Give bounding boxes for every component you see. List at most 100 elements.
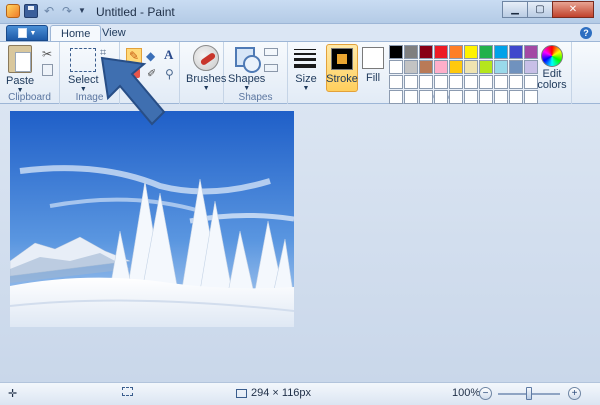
brushes-button[interactable]: Brushes ▼ — [186, 45, 226, 92]
text-tool-icon[interactable]: A — [164, 47, 178, 62]
magnifier-icon[interactable]: ⚲ — [165, 67, 179, 81]
color-swatch[interactable] — [509, 45, 523, 59]
color-swatch[interactable] — [524, 75, 538, 89]
color-swatch[interactable] — [389, 75, 403, 89]
ribbon-tab-row: ▼ Home View ? — [0, 24, 600, 41]
color-swatch[interactable] — [494, 90, 508, 104]
size-button[interactable]: Size ▼ — [294, 45, 318, 92]
color-swatch[interactable] — [404, 90, 418, 104]
size-group: Size ▼ — [288, 42, 324, 104]
color-swatch[interactable] — [479, 60, 493, 74]
color-swatch[interactable] — [494, 45, 508, 59]
help-icon[interactable]: ? — [580, 27, 592, 39]
color-swatch[interactable] — [479, 75, 493, 89]
color-swatch[interactable] — [389, 90, 403, 104]
color-swatch[interactable] — [449, 75, 463, 89]
color-palette — [389, 45, 538, 104]
color-swatch[interactable] — [419, 60, 433, 74]
redo-icon[interactable]: ↷ — [60, 4, 74, 18]
color-picker-icon[interactable]: ✐ — [147, 67, 161, 81]
paint-menu-button[interactable]: ▼ — [6, 25, 48, 41]
color-swatch[interactable] — [419, 45, 433, 59]
size-label: Size — [295, 73, 317, 85]
clipboard-group: Paste ▼ ✂ Clipboard — [0, 42, 60, 104]
customize-toolbar-dropdown-icon[interactable]: ▼ — [78, 4, 87, 18]
color-swatch[interactable] — [479, 90, 493, 104]
color-swatch[interactable] — [494, 75, 508, 89]
color-swatch[interactable] — [524, 90, 538, 104]
color-swatch[interactable] — [404, 60, 418, 74]
title-bar: ↶ ↷ ▼ Untitled - Paint ▁ ▢ ✕ — [0, 0, 600, 24]
paste-button[interactable]: Paste ▼ — [6, 45, 34, 94]
undo-icon[interactable]: ↶ — [42, 4, 56, 18]
tab-view[interactable]: View — [92, 25, 136, 41]
eraser-icon[interactable] — [128, 68, 140, 78]
color-swatch[interactable] — [434, 90, 448, 104]
save-icon[interactable] — [24, 4, 38, 18]
color-swatch[interactable] — [419, 90, 433, 104]
edit-colors-button[interactable]: Edit colors — [537, 45, 567, 91]
selection-size-icon — [122, 387, 133, 396]
maximize-button[interactable]: ▢ — [527, 1, 553, 18]
color-swatch[interactable] — [509, 60, 523, 74]
close-button[interactable]: ✕ — [552, 1, 594, 18]
color-swatch[interactable] — [494, 60, 508, 74]
zoom-out-button[interactable]: − — [479, 387, 492, 400]
color-swatch[interactable] — [464, 60, 478, 74]
color-wheel-icon — [541, 45, 563, 67]
color-swatch[interactable] — [464, 75, 478, 89]
document-icon — [17, 28, 27, 38]
color-swatch[interactable] — [404, 45, 418, 59]
shapes-button[interactable]: Shapes ▼ — [228, 45, 265, 92]
snowy-landscape-image — [10, 111, 294, 327]
zoom-slider-thumb[interactable] — [526, 387, 532, 400]
color-swatch[interactable] — [449, 45, 463, 59]
stroke-color-button[interactable]: Stroke — [326, 44, 358, 92]
fill-label: Fill — [365, 72, 381, 84]
color-swatch[interactable] — [524, 45, 538, 59]
image-size-icon — [236, 388, 247, 398]
cut-icon[interactable]: ✂ — [42, 47, 56, 61]
fill-color-swatch — [362, 47, 384, 69]
color-swatch[interactable] — [434, 75, 448, 89]
minimize-button[interactable]: ▁ — [502, 1, 528, 18]
move-cursor-icon: ✛ — [8, 388, 18, 400]
clipboard-group-label: Clipboard — [8, 92, 51, 103]
image-dimensions-text: 294 × 116px — [251, 387, 312, 399]
chevron-down-icon: ▼ — [302, 85, 310, 92]
color-swatch[interactable] — [389, 60, 403, 74]
zoom-in-button[interactable]: + — [568, 387, 581, 400]
color-swatch[interactable] — [449, 90, 463, 104]
color-swatch[interactable] — [434, 45, 448, 59]
color-swatch[interactable] — [419, 75, 433, 89]
pencil-icon[interactable]: ✎ — [126, 48, 142, 64]
color-swatch[interactable] — [509, 75, 523, 89]
paint-app-icon[interactable] — [6, 4, 20, 18]
edit-colors-label: Edit colors — [537, 68, 567, 91]
color-swatch[interactable] — [389, 45, 403, 59]
color-swatch[interactable] — [434, 60, 448, 74]
color-swatch[interactable] — [479, 45, 493, 59]
color-swatch[interactable] — [464, 90, 478, 104]
fill-bucket-icon[interactable]: ◆ — [146, 49, 160, 63]
color-swatch[interactable] — [404, 75, 418, 89]
brushes-label: Brushes — [186, 73, 227, 85]
canvas-image[interactable] — [10, 111, 294, 327]
color-swatch[interactable] — [524, 60, 538, 74]
outline-icon[interactable] — [264, 48, 278, 56]
brushes-group: Brushes ▼ — [180, 42, 226, 104]
paste-label: Paste — [6, 75, 35, 87]
select-button[interactable]: Select ▼ — [68, 45, 99, 93]
copy-icon[interactable] — [42, 64, 53, 76]
crop-icon[interactable]: ⌗ — [100, 47, 114, 61]
fill-color-button[interactable]: Fill — [360, 44, 386, 92]
shape-fill-icon[interactable] — [264, 64, 278, 72]
color-swatch[interactable] — [449, 60, 463, 74]
color-swatch[interactable] — [464, 45, 478, 59]
image-dimensions: 294 × 116px — [236, 387, 311, 399]
tools-group: ✎ ◆ A ✐ ⚲ — [120, 42, 180, 104]
canvas-workspace[interactable] — [0, 104, 600, 382]
selection-size — [122, 387, 133, 396]
quick-access-toolbar: ↶ ↷ ▼ — [6, 4, 87, 18]
color-swatch[interactable] — [509, 90, 523, 104]
